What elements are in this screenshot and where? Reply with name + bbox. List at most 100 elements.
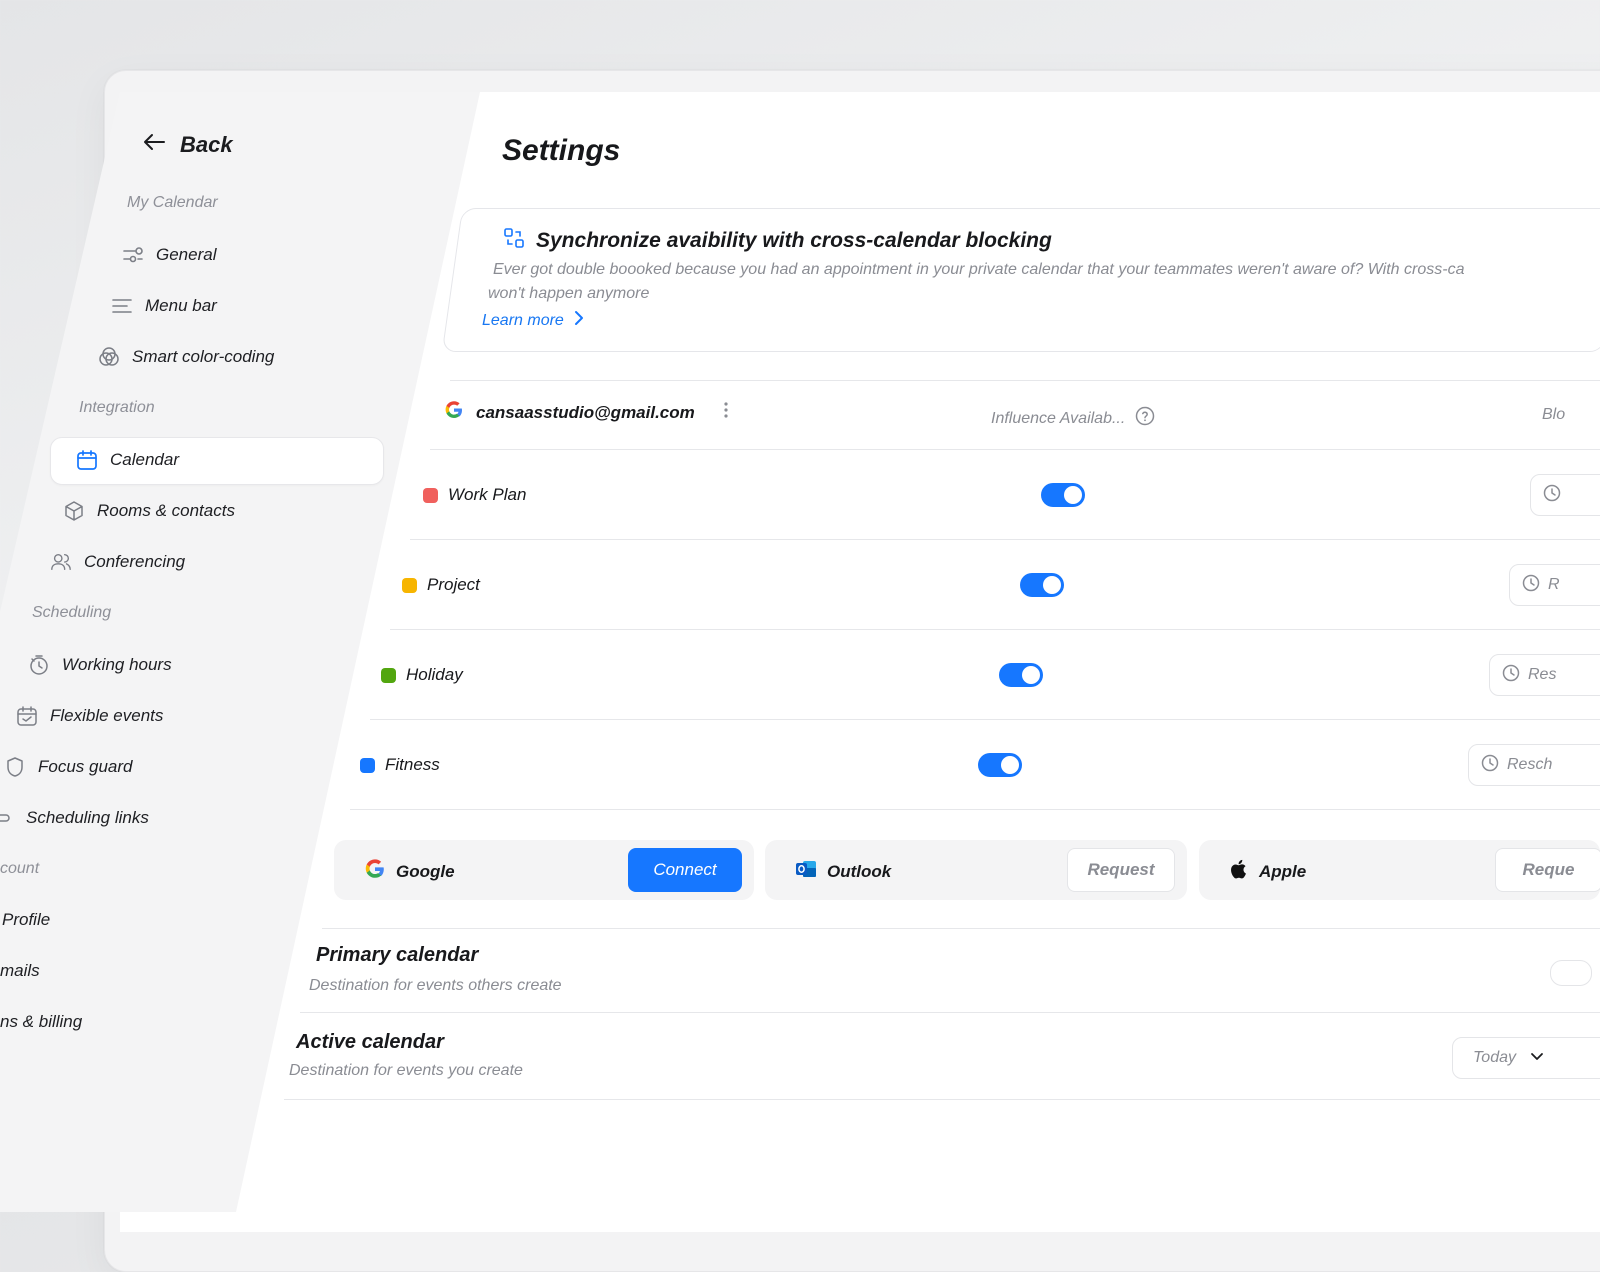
calendar-name: Holiday xyxy=(406,665,463,684)
calendar-icon xyxy=(76,449,98,471)
sidebar-item-label: ns & billing xyxy=(0,1012,83,1031)
influence-toggle[interactable] xyxy=(1041,483,1085,507)
sidebar-item-label: Menu bar xyxy=(145,296,217,315)
banner-title: Synchronize avaibility with cross-calend… xyxy=(502,226,1052,256)
provider-label: Google xyxy=(396,861,455,881)
reschedule-button[interactable] xyxy=(1530,474,1600,516)
select-value: Today xyxy=(1473,1049,1516,1066)
divider xyxy=(390,629,1600,630)
clock-icon xyxy=(1543,484,1561,507)
color-swatch xyxy=(402,577,417,593)
reschedule-button[interactable]: Res xyxy=(1489,654,1600,696)
sliders-icon xyxy=(122,244,144,266)
sidebar-item-calendar[interactable]: Calendar xyxy=(76,449,179,471)
calendar-row-project: Project xyxy=(402,575,480,595)
request-button[interactable]: Request xyxy=(1067,848,1175,892)
menu-lines-icon xyxy=(111,295,133,317)
reschedule-button[interactable]: R xyxy=(1509,564,1600,606)
primary-calendar-toggle[interactable] xyxy=(1550,960,1592,986)
sidebar-item-label: Conferencing xyxy=(84,552,186,571)
divider xyxy=(370,719,1600,720)
sync-icon xyxy=(502,226,526,256)
provider-google: Google Connect xyxy=(334,840,754,900)
column-block: Blo xyxy=(1542,406,1566,423)
provider-name: Outlook xyxy=(795,858,891,885)
section-my-calendar: My Calendar xyxy=(127,194,218,211)
sidebar-item-emails[interactable]: mails xyxy=(0,961,40,981)
calendar-name: Project xyxy=(427,575,480,594)
primary-calendar-desc: Destination for events others create xyxy=(309,977,562,994)
reschedule-label: Resch xyxy=(1507,756,1553,773)
sidebar-item-menu-bar[interactable]: Menu bar xyxy=(111,295,217,317)
section-account: count xyxy=(0,860,40,877)
banner-text-line1: Ever got double boooked because you had … xyxy=(493,261,1465,278)
divider xyxy=(300,1012,1600,1013)
sidebar-item-scheduling-links[interactable]: Scheduling links xyxy=(0,807,149,829)
arrow-left-icon xyxy=(142,132,166,158)
outlook-icon xyxy=(795,858,817,885)
divider xyxy=(410,539,1600,540)
sidebar-item-label: Rooms & contacts xyxy=(97,501,235,520)
influence-toggle[interactable] xyxy=(999,663,1043,687)
influence-toggle[interactable] xyxy=(1020,573,1064,597)
sidebar-item-profile[interactable]: Profile xyxy=(2,910,50,930)
sidebar-item-label: Smart color-coding xyxy=(132,347,275,366)
sidebar-item-conferencing[interactable]: Conferencing xyxy=(50,551,185,573)
connect-button[interactable]: Connect xyxy=(628,848,742,892)
sidebar-item-label: Working hours xyxy=(62,655,172,674)
sidebar-item-label: Scheduling links xyxy=(26,808,149,827)
more-vertical-icon[interactable] xyxy=(723,401,729,424)
stopwatch-icon xyxy=(28,654,50,676)
calendar-name: Fitness xyxy=(385,755,440,774)
reschedule-button[interactable]: Resch xyxy=(1468,744,1600,786)
color-circles-icon xyxy=(98,346,120,368)
calendar-check-icon xyxy=(16,705,38,727)
learn-more-link[interactable]: Learn more xyxy=(482,310,584,331)
sidebar-item-label: General xyxy=(156,245,217,264)
active-calendar-title: Active calendar xyxy=(296,1031,444,1053)
sidebar-item-working-hours[interactable]: Working hours xyxy=(28,654,172,676)
request-button[interactable]: Reque xyxy=(1495,848,1600,892)
help-circle-icon[interactable] xyxy=(1135,406,1155,431)
calendar-row-work-plan: Work Plan xyxy=(423,485,526,505)
sidebar-item-smart-color-coding[interactable]: Smart color-coding xyxy=(98,346,274,368)
section-integration: Integration xyxy=(79,399,155,416)
divider xyxy=(450,380,1600,381)
account-header: cansaasstudio@gmail.com xyxy=(444,400,729,425)
influence-toggle[interactable] xyxy=(978,753,1022,777)
divider xyxy=(284,1099,1600,1100)
sidebar-item-general[interactable]: General xyxy=(122,244,216,266)
google-icon xyxy=(364,858,386,885)
active-calendar-select[interactable]: Today xyxy=(1452,1037,1600,1079)
banner-title-text: Synchronize avaibility with cross-calend… xyxy=(536,229,1052,252)
calendar-row-fitness: Fitness xyxy=(360,755,440,775)
clock-icon xyxy=(1522,574,1540,597)
provider-name: Google xyxy=(364,858,455,885)
sidebar-item-flexible-events[interactable]: Flexible events xyxy=(16,705,163,727)
chevron-down-icon xyxy=(1530,1049,1544,1067)
color-swatch xyxy=(381,667,396,683)
sidebar-item-focus-guard[interactable]: Focus guard xyxy=(4,756,133,778)
reschedule-label: R xyxy=(1548,576,1560,593)
clock-icon xyxy=(1502,664,1520,687)
sidebar-item-plans-billing[interactable]: ns & billing xyxy=(0,1012,82,1032)
reschedule-label: Res xyxy=(1528,666,1557,683)
provider-label: Apple xyxy=(1259,861,1307,881)
shield-icon xyxy=(4,756,26,778)
divider xyxy=(350,809,1600,810)
sidebar-item-label: Calendar xyxy=(110,450,179,469)
divider xyxy=(430,449,1600,450)
active-calendar-desc: Destination for events you create xyxy=(289,1062,523,1079)
users-icon xyxy=(50,551,72,573)
provider-name: Apple xyxy=(1229,858,1306,885)
provider-label: Outlook xyxy=(827,861,892,881)
sidebar-item-label: Flexible events xyxy=(50,706,164,725)
link-icon xyxy=(0,807,14,829)
account-email: cansaasstudio@gmail.com xyxy=(476,402,695,422)
divider xyxy=(322,928,1600,929)
back-button[interactable]: Back xyxy=(142,132,233,158)
sidebar-item-label: mails xyxy=(0,961,40,980)
primary-calendar-title: Primary calendar xyxy=(316,944,479,966)
clock-icon xyxy=(1481,754,1499,777)
sidebar-item-rooms-contacts[interactable]: Rooms & contacts xyxy=(63,500,235,522)
